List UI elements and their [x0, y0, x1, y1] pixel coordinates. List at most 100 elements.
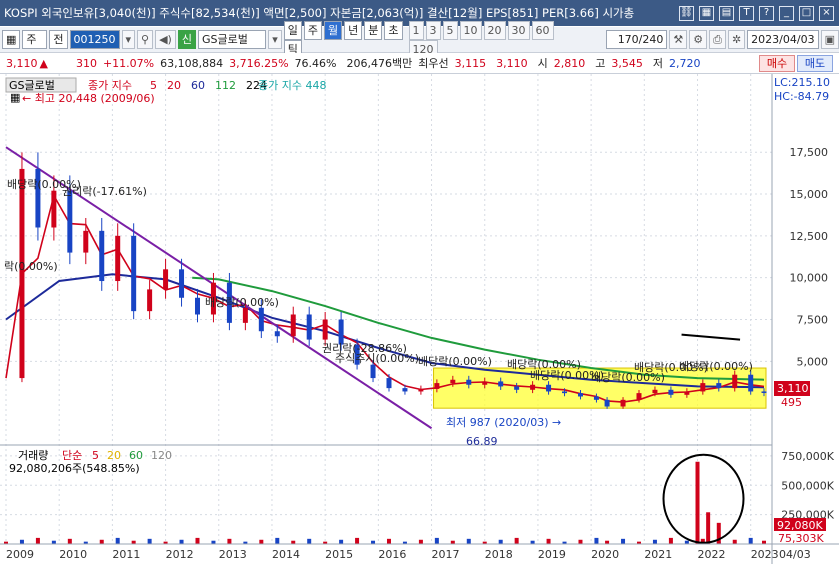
tab-period-2[interactable]: 월 [324, 20, 343, 40]
volume-bar [307, 538, 312, 544]
type-select[interactable]: 주 ▾ [22, 30, 48, 63]
count-input[interactable]: 170/240 [606, 30, 668, 49]
text-icon[interactable]: T [739, 5, 754, 21]
tools-icon[interactable]: ⚒ [669, 30, 688, 49]
candle-body [450, 379, 456, 384]
year-label: 2009 [6, 548, 34, 561]
dividend-annotation: 배당락(0.00%) [205, 296, 279, 309]
candle-body [604, 399, 610, 407]
volume-bar [514, 537, 519, 544]
calendar-icon[interactable]: ▣ [820, 30, 839, 49]
maximize-icon[interactable]: □ [799, 5, 814, 21]
candle-body [761, 391, 767, 393]
volume-bar [259, 539, 264, 544]
tab-period-4[interactable]: 분 [364, 20, 383, 40]
interval-button-5[interactable]: 5 [442, 20, 458, 40]
volume-current-tag-text: 92,080K [777, 519, 823, 532]
year-label: 2019 [538, 548, 566, 561]
low-price: 2,720 [669, 56, 701, 70]
interval-button-1[interactable]: 1 [408, 20, 424, 40]
code-dropdown-icon[interactable]: ▾ [121, 30, 136, 49]
interval-button-3[interactable]: 3 [425, 20, 441, 40]
price-tick-label: 7,500 [797, 314, 829, 327]
year-label: 2020 [591, 548, 619, 561]
tab-period-3[interactable]: 년 [344, 20, 363, 40]
chart-settings-icon[interactable]: ⚙ [689, 30, 708, 49]
candle-body [530, 384, 536, 390]
price-tick-label: 5,000 [797, 355, 829, 368]
candle-body [732, 374, 738, 389]
quote-bar: 3,110 ▲ 310 +11.07% 63,108,884 3,716.25%… [0, 53, 839, 74]
grid-menu-icon[interactable]: ▦ [2, 30, 21, 49]
code-input[interactable]: 001250 [69, 30, 120, 49]
close-icon[interactable]: × [819, 5, 834, 21]
price-tick-label: 17,500 [790, 146, 829, 159]
sell-button[interactable]: 매도 [797, 55, 833, 72]
candle-body [147, 289, 153, 312]
candle-body [19, 168, 25, 379]
tab-period-0[interactable]: 일 [283, 20, 302, 40]
credit-badge: 신 [177, 30, 196, 49]
volume-bar [732, 539, 737, 544]
prev-button[interactable]: 전 [49, 30, 68, 49]
candle-body [179, 269, 185, 298]
candle-body [418, 388, 424, 392]
candle-body [577, 393, 583, 397]
candle-body [386, 378, 392, 389]
candle-body [498, 381, 504, 387]
interval-button-10[interactable]: 10 [459, 20, 482, 40]
volume-bar [546, 538, 551, 544]
volume-value: 63,108,884 [160, 56, 224, 70]
dividend-annotation: 배당락(0.00%) [679, 360, 753, 373]
volume-bar [35, 537, 40, 544]
candle-body [700, 383, 706, 392]
gear-icon[interactable]: ✲ [727, 30, 746, 49]
change-amount: 310 [75, 56, 97, 70]
volume-bar [418, 539, 423, 544]
candle-body [593, 396, 599, 400]
candle-body [684, 391, 690, 395]
scale-icon[interactable]: ▦ [10, 91, 20, 104]
interval-button-60[interactable]: 60 [531, 20, 554, 40]
year-label: 2012 [166, 548, 194, 561]
current-price: 3,110 [6, 56, 38, 70]
tile-icon[interactable]: ▤ [719, 5, 734, 21]
chart-toolbar: ▦ 주 ▾ 전 001250 ▾ ⚲ ◀) 신 GS글로벌 ▾ 일주월년분초틱 … [0, 20, 839, 63]
help-icon[interactable]: ? [759, 5, 774, 21]
buy-button[interactable]: 매수 [759, 55, 795, 72]
candle-body [514, 386, 520, 390]
high-label: 고 [595, 57, 606, 70]
candle-body [242, 307, 248, 323]
legend-ma-20: 20 [167, 79, 181, 92]
best-quote-label: 최우선 [418, 57, 449, 70]
price-tick-label: 10,000 [790, 272, 829, 285]
year-label: 2010 [59, 548, 87, 561]
tab-period-5[interactable]: 초 [384, 20, 403, 40]
interval-button-20[interactable]: 20 [483, 20, 506, 40]
candle-body [620, 399, 626, 407]
grid-icon[interactable]: ▦ [699, 5, 714, 21]
low-label: 저 [652, 57, 663, 70]
trendline-end-label: 66.89 [466, 435, 498, 448]
volume-bar [99, 539, 104, 544]
link-icon[interactable]: ⛓ [679, 5, 694, 21]
stock-name-field[interactable]: GS글로벌 [197, 30, 267, 49]
price-chart[interactable]: 배당락(0.00%) 권리락(-17.61%) 락(0.00%) 배당락(0.00%)… [0, 74, 839, 564]
candle-body [131, 235, 137, 312]
name-dropdown-icon[interactable]: ▾ [268, 30, 282, 49]
volume-bar [115, 537, 120, 544]
volume-bar [147, 538, 152, 544]
print-icon[interactable]: ⎙ [709, 30, 726, 49]
candle-body [562, 391, 568, 394]
speaker-icon[interactable]: ◀) [155, 30, 176, 49]
date-input[interactable]: 2023/04/03 [747, 30, 819, 49]
candle-body [258, 307, 264, 332]
interval-button-30[interactable]: 30 [507, 20, 530, 40]
minimize-icon[interactable]: _ [779, 5, 794, 21]
tab-period-1[interactable]: 주 [303, 20, 322, 40]
legend-ma448: 종가 지수 448 [258, 79, 326, 92]
search-icon[interactable]: ⚲ [137, 30, 154, 49]
year-label: 2023 [751, 548, 779, 561]
change-percent: +11.07% [102, 56, 155, 70]
volume-bar [578, 539, 583, 544]
